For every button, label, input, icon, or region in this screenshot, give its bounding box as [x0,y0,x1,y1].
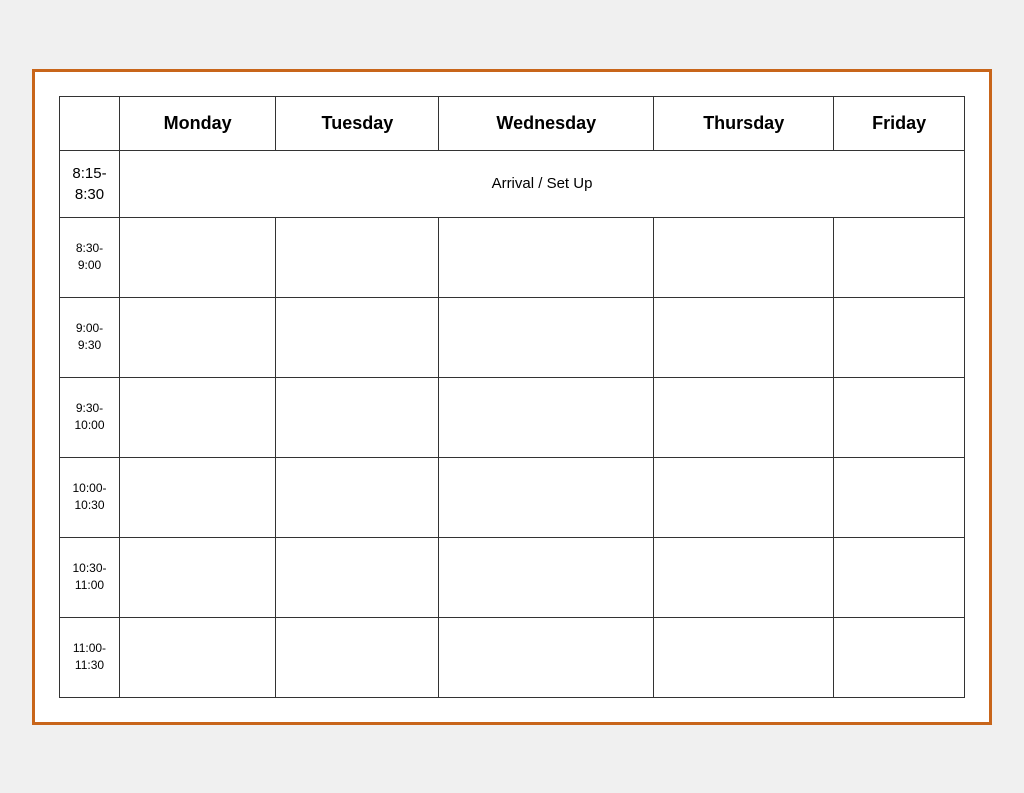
cell-tue-900 [276,297,439,377]
time-900: 9:00-9:30 [60,297,120,377]
header-friday: Friday [834,96,965,150]
header-tuesday: Tuesday [276,96,439,150]
cell-mon-900 [120,297,276,377]
time-arrival: 8:15-8:30 [60,150,120,217]
cell-tue-1100 [276,617,439,697]
arrival-row: 8:15-8:30 Arrival / Set Up [60,150,965,217]
cell-thu-900 [654,297,834,377]
arrival-label: Arrival / Set Up [120,150,965,217]
time-930: 9:30-10:00 [60,377,120,457]
cell-wed-900 [439,297,654,377]
cell-tue-930 [276,377,439,457]
cell-mon-930 [120,377,276,457]
cell-fri-930 [834,377,965,457]
cell-wed-1100 [439,617,654,697]
table-row: 9:30-10:00 [60,377,965,457]
header-thursday: Thursday [654,96,834,150]
table-row: 8:30-9:00 [60,217,965,297]
time-1100: 11:00-11:30 [60,617,120,697]
page-wrapper: Monday Tuesday Wednesday Thursday Friday… [32,69,992,725]
time-1000: 10:00-10:30 [60,457,120,537]
header-empty [60,96,120,150]
table-row: 10:30-11:00 [60,537,965,617]
cell-thu-1030 [654,537,834,617]
time-830: 8:30-9:00 [60,217,120,297]
cell-mon-1030 [120,537,276,617]
cell-wed-830 [439,217,654,297]
cell-thu-830 [654,217,834,297]
cell-fri-1100 [834,617,965,697]
cell-wed-1030 [439,537,654,617]
cell-thu-1000 [654,457,834,537]
cell-fri-1030 [834,537,965,617]
cell-thu-930 [654,377,834,457]
cell-mon-830 [120,217,276,297]
cell-wed-1000 [439,457,654,537]
cell-fri-830 [834,217,965,297]
table-row: 10:00-10:30 [60,457,965,537]
cell-tue-1030 [276,537,439,617]
schedule-table: Monday Tuesday Wednesday Thursday Friday… [59,96,965,698]
table-row: 9:00-9:30 [60,297,965,377]
header-wednesday: Wednesday [439,96,654,150]
cell-thu-1100 [654,617,834,697]
cell-fri-1000 [834,457,965,537]
cell-mon-1000 [120,457,276,537]
table-row: 11:00-11:30 [60,617,965,697]
cell-tue-830 [276,217,439,297]
cell-fri-900 [834,297,965,377]
header-monday: Monday [120,96,276,150]
cell-tue-1000 [276,457,439,537]
time-1030: 10:30-11:00 [60,537,120,617]
cell-wed-930 [439,377,654,457]
cell-mon-1100 [120,617,276,697]
